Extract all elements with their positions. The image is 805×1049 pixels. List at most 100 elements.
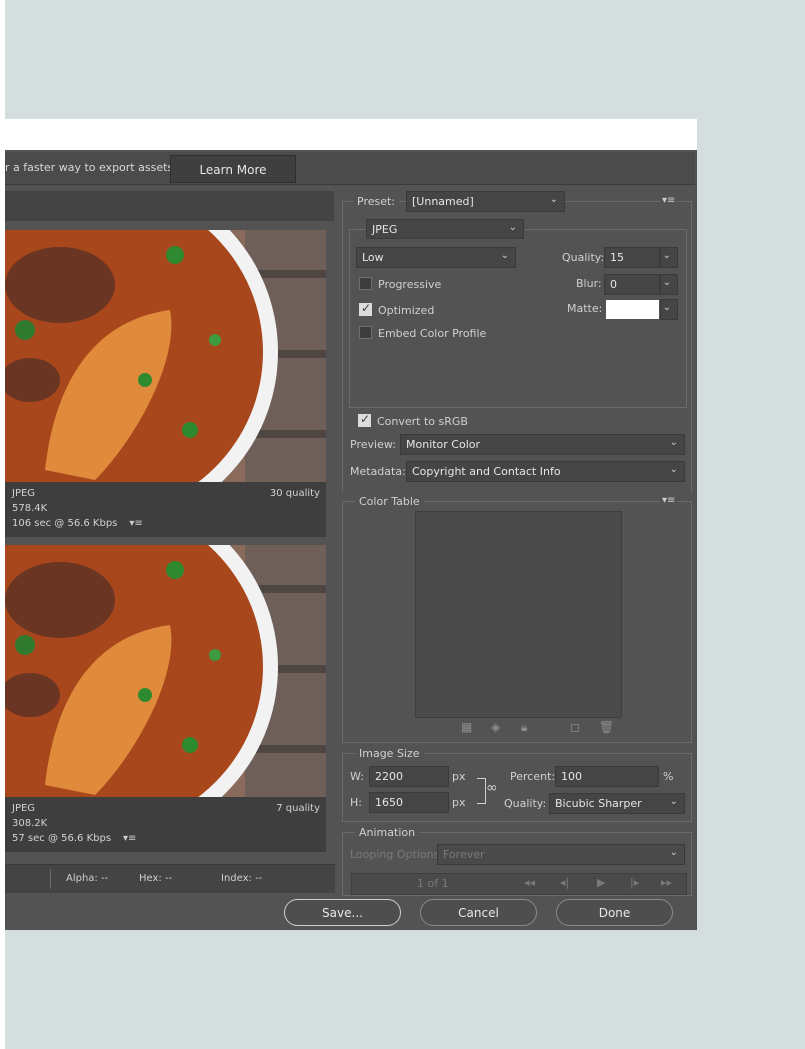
width-field[interactable]: 2200 <box>369 766 449 787</box>
chevron-down-icon: ⌄ <box>669 847 678 858</box>
color-table-area[interactable] <box>415 511 622 718</box>
percent-field[interactable]: 100 <box>555 766 659 787</box>
previous-frame-icon[interactable]: ◂| <box>560 876 569 889</box>
file-format-dropdown[interactable]: JPEG ⌄ <box>366 219 524 239</box>
preview-label: Preview: <box>350 438 396 451</box>
last-frame-icon[interactable]: ▸▸ <box>661 876 672 889</box>
chevron-down-icon: ⌄ <box>669 464 678 475</box>
learn-more-button[interactable]: Learn More <box>170 155 296 183</box>
convert-srgb-label: Convert to sRGB <box>377 415 468 428</box>
quality-stepper[interactable]: ⌄ <box>660 247 678 268</box>
chevron-down-icon: ⌄ <box>669 796 678 807</box>
alpha-readout: Alpha: -- <box>66 873 109 884</box>
preview-info-2: JPEG 7 quality 308.2K 57 sec @ 56.6 Kbps… <box>5 797 326 852</box>
chevron-down-icon: ⌄ <box>669 437 678 448</box>
preview1-size: 578.4K <box>12 503 48 514</box>
preset-value: [Unnamed] <box>412 195 474 208</box>
resample-quality-value: Bicubic Sharper <box>555 797 642 810</box>
connection-speed-menu-icon-2[interactable]: ▾≡ <box>123 833 136 844</box>
preview-image-2[interactable] <box>5 545 326 797</box>
animation-title: Animation <box>355 826 420 839</box>
height-label: H: <box>350 796 362 809</box>
convert-srgb-checkbox[interactable] <box>358 412 371 427</box>
status-divider <box>50 869 51 889</box>
animation-controls: 1 of 1 ◂◂ ◂| ▶ |▸ ▸▸ <box>351 873 687 895</box>
preview2-size: 308.2K <box>12 818 48 829</box>
frame-counter: 1 of 1 <box>417 877 449 890</box>
matte-label: Matte: <box>567 302 603 315</box>
preview-info-1: JPEG 30 quality 578.4K 106 sec @ 56.6 Kb… <box>5 482 326 537</box>
chevron-down-icon: ⌄ <box>500 250 509 261</box>
promo-text: r a faster way to export assets <box>5 161 174 174</box>
compression-value: Low <box>362 251 384 264</box>
resample-quality-label: Quality: <box>504 797 547 810</box>
progressive-checkbox[interactable] <box>359 277 372 290</box>
color-table-title: Color Table <box>355 495 424 508</box>
preview-dropdown[interactable]: Monitor Color ⌄ <box>400 434 685 455</box>
connection-speed-menu-icon[interactable]: ▾≡ <box>129 518 142 529</box>
resample-quality-dropdown[interactable]: Bicubic Sharper ⌄ <box>549 793 685 814</box>
optimized-checkbox[interactable] <box>359 301 372 316</box>
embed-color-profile-label: Embed Color Profile <box>378 327 487 340</box>
preview-tabs-header <box>5 191 334 221</box>
trash-icon[interactable]: 🗑︎ <box>599 720 614 734</box>
next-frame-icon[interactable]: |▸ <box>630 876 639 889</box>
percent-label: Percent: <box>510 770 556 783</box>
web-shift-icon[interactable]: ◈ <box>491 720 500 734</box>
metadata-dropdown[interactable]: Copyright and Contact Info ⌄ <box>406 461 685 482</box>
quality-label: Quality: <box>562 251 605 264</box>
play-icon[interactable]: ▶ <box>597 876 605 889</box>
link-icon[interactable]: ∞ <box>486 780 498 796</box>
height-field[interactable]: 1650 <box>369 792 449 813</box>
looping-value: Forever <box>443 848 485 861</box>
index-readout: Index: -- <box>221 873 263 884</box>
cancel-button[interactable]: Cancel <box>420 899 537 926</box>
first-frame-icon[interactable]: ◂◂ <box>524 876 535 889</box>
preview1-time: 106 sec @ 56.6 Kbps ▾≡ <box>12 518 143 529</box>
color-table-menu-icon[interactable]: ▾≡ <box>660 495 678 506</box>
blur-label: Blur: <box>576 277 602 290</box>
chevron-down-icon: ⌄ <box>549 194 558 205</box>
chevron-down-icon: ⌄ <box>662 302 671 313</box>
hex-readout: Hex: -- <box>139 873 173 884</box>
looping-dropdown[interactable]: Forever ⌄ <box>437 844 685 865</box>
preview1-time-text: 106 sec @ 56.6 Kbps <box>12 518 118 529</box>
promo-bar: r a faster way to export assets Learn Mo… <box>5 152 695 185</box>
embed-color-profile-checkbox[interactable] <box>359 326 372 339</box>
save-button[interactable]: Save... <box>284 899 401 926</box>
chevron-down-icon: ⌄ <box>662 277 671 288</box>
chevron-down-icon: ⌄ <box>508 222 517 233</box>
preset-dropdown[interactable]: [Unnamed] ⌄ <box>406 191 565 212</box>
progressive-label: Progressive <box>378 278 442 291</box>
blur-stepper[interactable]: ⌄ <box>660 274 678 295</box>
metadata-value: Copyright and Contact Info <box>412 465 561 478</box>
map-transparent-icon[interactable]: ▦ <box>461 720 472 734</box>
chevron-down-icon: ⌄ <box>662 250 671 261</box>
lock-icon[interactable]: 🔒︎ <box>521 720 527 735</box>
preview2-time-text: 57 sec @ 56.6 Kbps <box>12 833 112 844</box>
done-button[interactable]: Done <box>556 899 673 926</box>
optimized-label: Optimized <box>378 304 435 317</box>
file-format-value: JPEG <box>372 223 398 236</box>
matte-swatch[interactable] <box>606 300 659 319</box>
image-size-title: Image Size <box>355 747 424 760</box>
preview1-quality: 30 quality <box>269 488 320 499</box>
preview-image-1[interactable] <box>5 230 326 482</box>
preview-value: Monitor Color <box>406 438 481 451</box>
preview1-format: JPEG <box>12 488 36 499</box>
preset-menu-icon[interactable]: ▾≡ <box>660 195 678 206</box>
quality-field[interactable]: 15 <box>604 247 660 268</box>
width-unit: px <box>452 770 466 783</box>
metadata-label: Metadata: <box>350 465 406 478</box>
percent-unit: % <box>663 770 674 783</box>
looping-label: Looping Options: <box>350 848 444 861</box>
compression-dropdown[interactable]: Low ⌄ <box>356 247 516 268</box>
preview2-quality: 7 quality <box>276 803 320 814</box>
save-for-web-dialog: r a faster way to export assets Learn Mo… <box>5 119 697 930</box>
preview2-time: 57 sec @ 56.6 Kbps ▾≡ <box>12 833 136 844</box>
dialog-title-bar[interactable] <box>5 119 697 150</box>
status-bar: Alpha: -- Hex: -- Index: -- <box>5 864 335 893</box>
matte-dropdown[interactable]: ⌄ <box>660 299 678 320</box>
new-color-icon[interactable]: ◻ <box>570 720 580 734</box>
blur-field[interactable]: 0 <box>604 274 660 295</box>
